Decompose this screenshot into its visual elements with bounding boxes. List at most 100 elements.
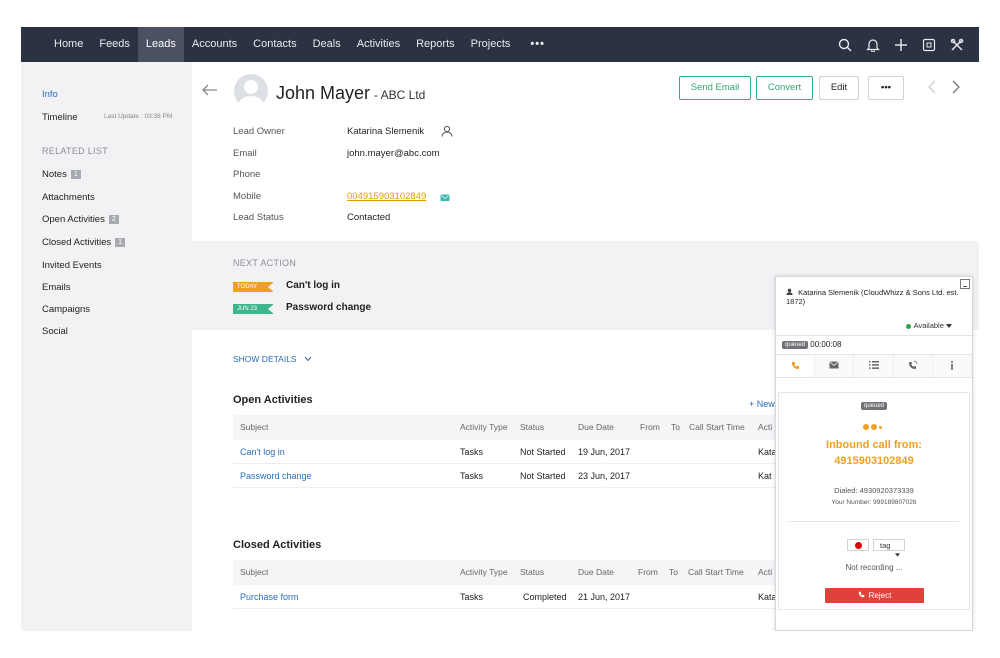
tab-call-log[interactable] — [894, 355, 933, 377]
table-row[interactable]: Purchase form Tasks Completed 21 Jun, 20… — [233, 585, 793, 609]
tab-info[interactable] — [933, 355, 973, 377]
col-due-date[interactable]: Due Date — [578, 415, 614, 440]
sidebar-info[interactable]: Info — [42, 89, 58, 100]
subject-link[interactable]: Purchase form — [240, 585, 299, 610]
open-activities-table: Subject Activity Type Status Due Date Fr… — [233, 415, 793, 488]
nav-activities[interactable]: Activities — [349, 27, 408, 62]
col-status[interactable]: Status — [520, 415, 544, 440]
nav-more-button[interactable]: ••• — [522, 27, 553, 62]
sidebar-item-label: Closed Activities — [42, 237, 112, 248]
nav-feeds[interactable]: Feeds — [91, 27, 138, 62]
sidebar-timeline[interactable]: Timeline — [42, 112, 78, 123]
col-activity-type[interactable]: Activity Type — [460, 560, 508, 585]
nav-tools — [831, 27, 971, 62]
mobile-value-link[interactable]: 004915903102849 — [347, 191, 426, 202]
tag-dropdown[interactable]: tag — [873, 539, 905, 557]
col-to[interactable]: To — [669, 560, 678, 585]
col-call-start-time[interactable]: Call Start Time — [688, 560, 744, 585]
search-icon[interactable] — [831, 27, 859, 62]
nav-home[interactable]: Home — [46, 27, 91, 62]
bell-icon[interactable] — [859, 27, 887, 62]
reject-button[interactable]: Reject — [825, 588, 924, 603]
availability-dropdown[interactable]: Available — [905, 321, 952, 330]
inbound-number: 4915903102849 — [834, 455, 914, 467]
col-from[interactable]: From — [638, 560, 658, 585]
nav-leads[interactable]: Leads — [137, 27, 184, 62]
mobile-label: Mobile — [233, 191, 261, 202]
queued-badge: queued — [861, 402, 888, 410]
divider — [789, 521, 959, 522]
col-status[interactable]: Status — [520, 560, 544, 585]
convert-button[interactable]: Convert — [756, 76, 813, 100]
nav-contacts[interactable]: Contacts — [245, 27, 304, 62]
next-action-item[interactable]: Password change — [286, 302, 371, 313]
col-subject[interactable]: Subject — [240, 560, 268, 585]
incoming-call-card: queued Inbound call from: 4915903102849 … — [778, 392, 970, 610]
calendar-icon[interactable] — [915, 27, 943, 62]
sidebar-item-label: Social — [42, 326, 68, 337]
avatar — [234, 74, 268, 108]
sidebar-item-label: Open Activities — [42, 214, 105, 225]
user-icon[interactable] — [441, 124, 453, 142]
plus-icon[interactable] — [887, 27, 915, 62]
subject-link[interactable]: Can't log in — [240, 440, 285, 465]
sidebar-item-campaigns[interactable]: Campaigns — [42, 304, 90, 315]
nav-accounts[interactable]: Accounts — [184, 27, 245, 62]
chevron-down-icon — [304, 354, 312, 364]
show-details-toggle[interactable]: SHOW DETAILS — [233, 354, 312, 364]
subject-link[interactable]: Password change — [240, 464, 312, 489]
caret-down-icon — [895, 544, 900, 562]
tab-phone[interactable] — [776, 355, 816, 377]
record-button[interactable] — [847, 539, 869, 551]
sidebar-item-social[interactable]: Social — [42, 326, 68, 337]
col-to[interactable]: To — [671, 415, 680, 440]
nav-reports[interactable]: Reports — [408, 27, 463, 62]
sms-icon[interactable] — [440, 190, 450, 208]
call-widget: Katarina Slemenik (CloudWhizz & Sons Ltd… — [775, 276, 973, 631]
due-date-cell: 23 Jun, 2017 — [578, 471, 631, 481]
sidebar-item-notes[interactable]: Notes 1 — [42, 169, 81, 180]
sidebar-item-invited-events[interactable]: Invited Events — [42, 260, 102, 271]
open-activities-title: Open Activities — [233, 394, 313, 406]
table-row[interactable]: Password change Tasks Not Started 23 Jun… — [233, 464, 793, 488]
email-value[interactable]: john.mayer@abc.com — [347, 148, 440, 159]
nav-deals[interactable]: Deals — [305, 27, 349, 62]
next-record-icon[interactable] — [952, 80, 960, 99]
col-from[interactable]: From — [640, 415, 660, 440]
col-activity-type[interactable]: Activity Type — [460, 415, 508, 440]
call-timer: queued 00:00:08 — [782, 340, 841, 349]
new-activity-link[interactable]: + New — [749, 399, 775, 409]
sidebar-item-open-activities[interactable]: Open Activities 2 — [42, 214, 119, 225]
lead-status-value: Contacted — [347, 212, 391, 223]
tab-list[interactable] — [854, 355, 894, 377]
sidebar-item-label: Notes — [42, 169, 67, 180]
queued-badge: queued — [782, 340, 809, 349]
status-cell: Not Started — [520, 471, 566, 481]
tab-email[interactable] — [815, 355, 855, 377]
send-email-button[interactable]: Send Email — [679, 76, 751, 100]
sidebar-item-emails[interactable]: Emails — [42, 282, 71, 293]
reject-label: Reject — [868, 591, 892, 600]
col-call-start-time[interactable]: Call Start Time — [689, 415, 745, 440]
table-header: Subject Activity Type Status Due Date Fr… — [233, 560, 793, 585]
more-actions-button[interactable]: ••• — [868, 76, 904, 100]
col-due-date[interactable]: Due Date — [578, 560, 614, 585]
agent-name: Katarina Slemenik (CloudWhizz & Sons Ltd… — [786, 288, 959, 306]
col-subject[interactable]: Subject — [240, 415, 268, 440]
widget-tabs — [776, 354, 973, 378]
nav-projects[interactable]: Projects — [463, 27, 519, 62]
top-nav: Home Feeds Leads Accounts Contacts Deals… — [21, 27, 979, 62]
sidebar-item-attachments[interactable]: Attachments — [42, 192, 95, 203]
prev-record-icon[interactable] — [928, 80, 936, 99]
closed-activities-title: Closed Activities — [233, 539, 322, 551]
sidebar-item-closed-activities[interactable]: Closed Activities 1 — [42, 237, 126, 248]
tools-icon[interactable] — [943, 27, 971, 62]
ringing-indicator — [863, 417, 884, 435]
edit-button[interactable]: Edit — [819, 76, 859, 100]
next-action-item[interactable]: Can't log in — [286, 280, 340, 291]
lead-owner-label: Lead Owner — [233, 126, 285, 137]
activity-type-cell: Tasks — [460, 471, 484, 481]
sidebar-item-label: Campaigns — [42, 304, 91, 315]
back-arrow-icon[interactable] — [202, 80, 218, 101]
table-row[interactable]: Can't log in Tasks Not Started 19 Jun, 2… — [233, 440, 793, 464]
